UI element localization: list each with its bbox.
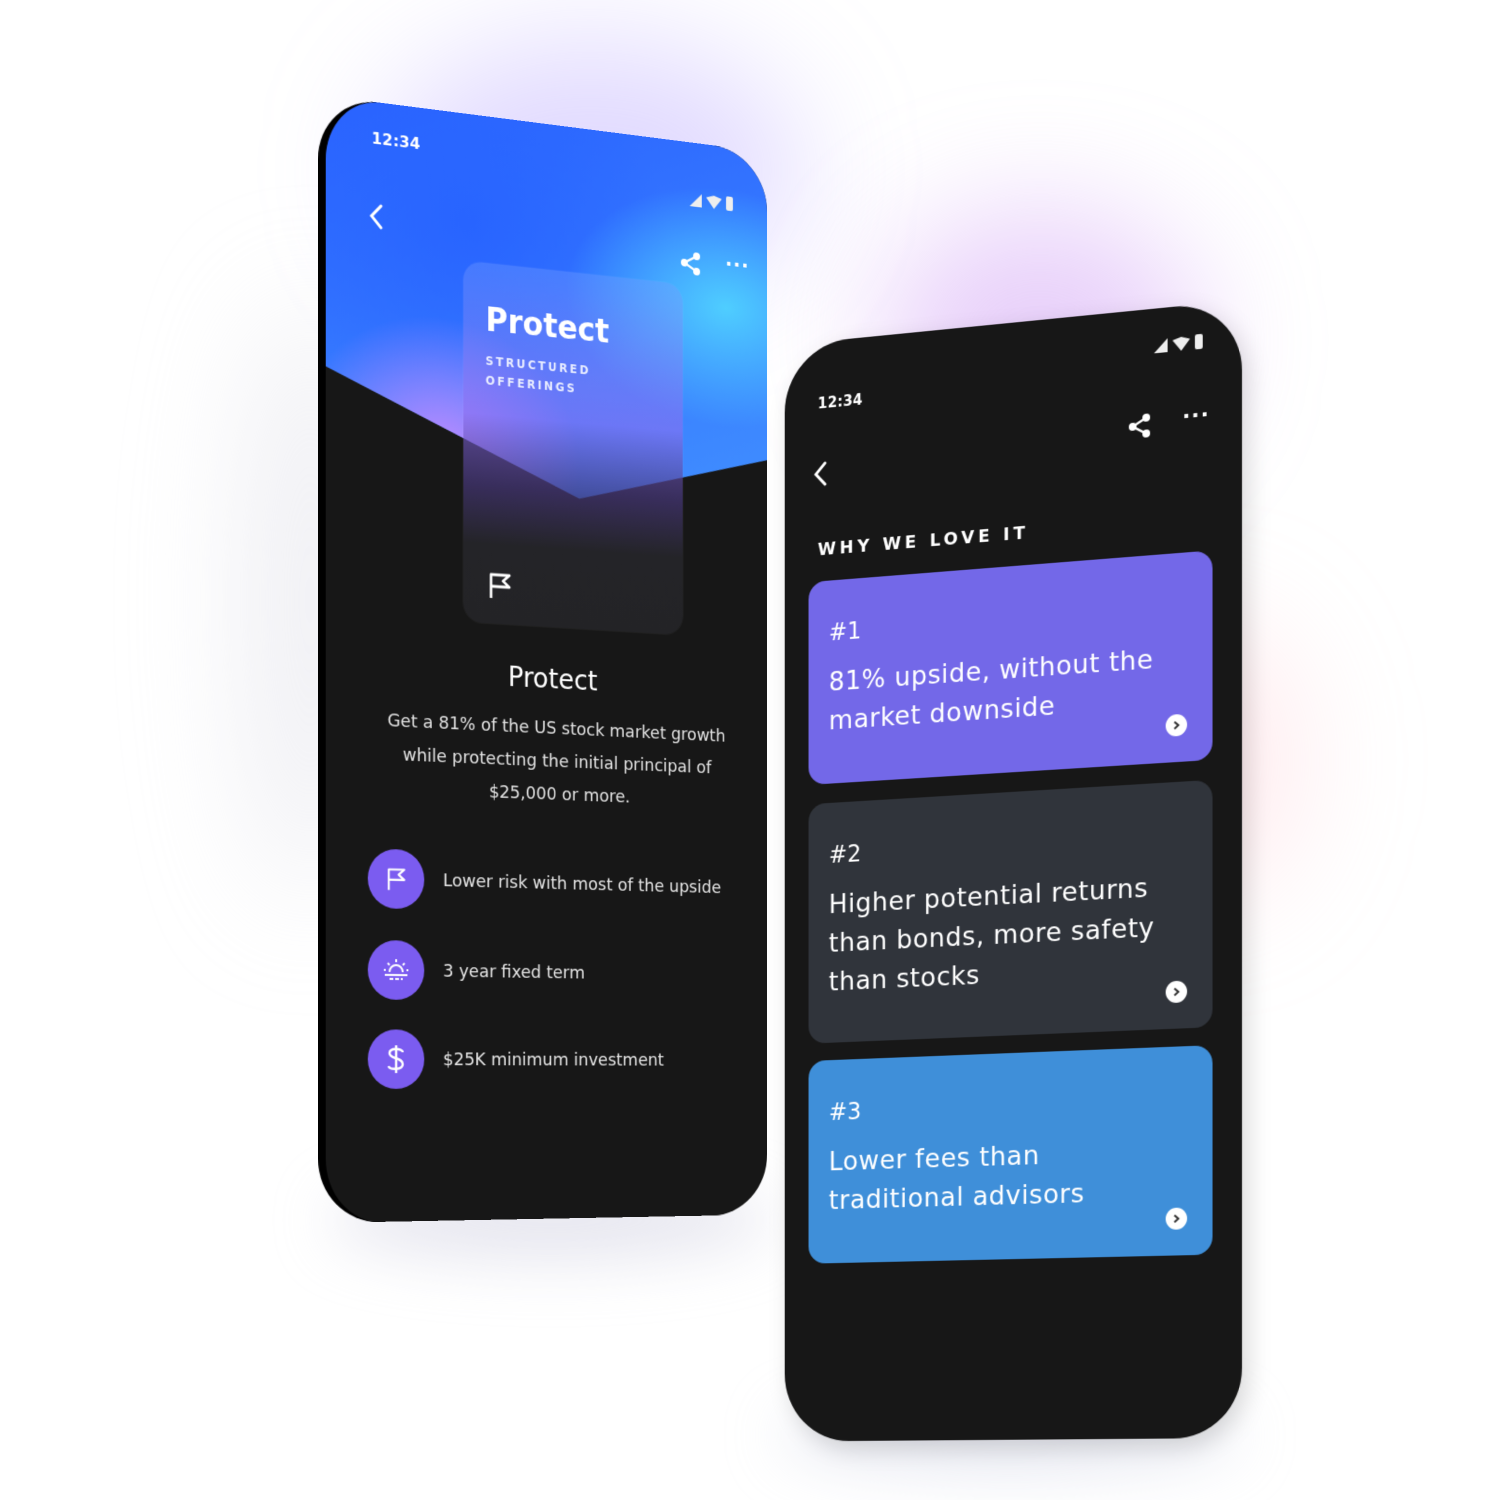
feature-item: 3 year fixed term [367,939,585,1002]
more-options-button[interactable]: ··· [1179,399,1212,432]
more-icon: ··· [1182,401,1210,429]
chevron-left-icon [368,201,385,231]
product-description: Get a 81% of the US stock market growth … [366,703,745,818]
flag-icon [384,866,408,892]
chevron-right-icon [1171,720,1181,731]
flag-icon [487,570,513,601]
feature-item: $25K minimum investment [367,1029,665,1089]
sunrise-icon [382,957,410,983]
reason-text: Higher potential returns than bonds, mor… [828,872,1155,998]
reason-text: Lower fees than traditional advisors [828,1140,1085,1216]
reason-card[interactable]: #2 Higher potential returns than bonds, … [808,779,1213,1044]
reason-card[interactable]: #3 Lower fees than traditional advisors [808,1045,1213,1264]
reason-arrow-button[interactable] [1165,713,1188,737]
feature-text: Lower risk with most of the upside [442,869,722,898]
back-button[interactable] [807,458,835,489]
product-card-title: Protect [485,300,610,351]
cellular-signal-icon [689,192,702,208]
dollar-icon [386,1043,407,1075]
status-time: 12:34 [817,390,863,413]
product-title: Protect [508,660,598,698]
reason-card[interactable]: #1 81% upside, without the market downsi… [808,550,1213,785]
share-icon [1127,412,1152,440]
feature-text: 3 year fixed term [442,960,585,983]
share-button[interactable] [1125,410,1154,442]
feature-text: $25K minimum investment [442,1048,665,1070]
reason-text: 81% upside, without the market downside [828,644,1154,737]
product-card-subtitle: STRUCTURED OFFERINGS [485,353,591,396]
cellular-signal-icon [1153,338,1168,354]
wifi-icon [1172,336,1190,352]
feature-icon-badge [367,1029,425,1089]
more-options-button[interactable]: ··· [723,249,752,281]
reason-number: #1 [828,616,862,647]
feature-icon-badge [367,939,425,1001]
reason-arrow-button[interactable] [1165,980,1188,1004]
chevron-right-icon [1171,987,1181,997]
feature-icon-badge [367,848,425,910]
more-icon: ··· [725,251,750,278]
wifi-icon [706,195,722,210]
reason-number: #2 [828,839,862,869]
feature-item: Lower risk with most of the upside [367,848,722,915]
product-detail-phone: 12:34 ··· Protect STRUCTURED OFFERINGS P… [320,95,768,1223]
section-heading: WHY WE LOVE IT [817,522,1029,561]
battery-icon [1194,333,1203,350]
battery-icon [726,196,733,212]
back-button[interactable] [362,200,390,233]
reason-number: #3 [828,1097,862,1126]
share-icon [679,250,702,277]
why-we-love-it-phone: 12:34 ··· WHY WE LOVE IT #1 81% upside, … [784,300,1242,1442]
status-icons [689,192,733,212]
reason-arrow-button[interactable] [1165,1207,1188,1230]
status-icons [1153,333,1203,354]
status-bar: 12:34 [785,300,1242,422]
chevron-right-icon [1171,1214,1181,1224]
product-card[interactable]: Protect STRUCTURED OFFERINGS [463,260,683,635]
share-button[interactable] [677,248,703,279]
chevron-left-icon [812,460,829,489]
status-time: 12:34 [371,128,421,154]
